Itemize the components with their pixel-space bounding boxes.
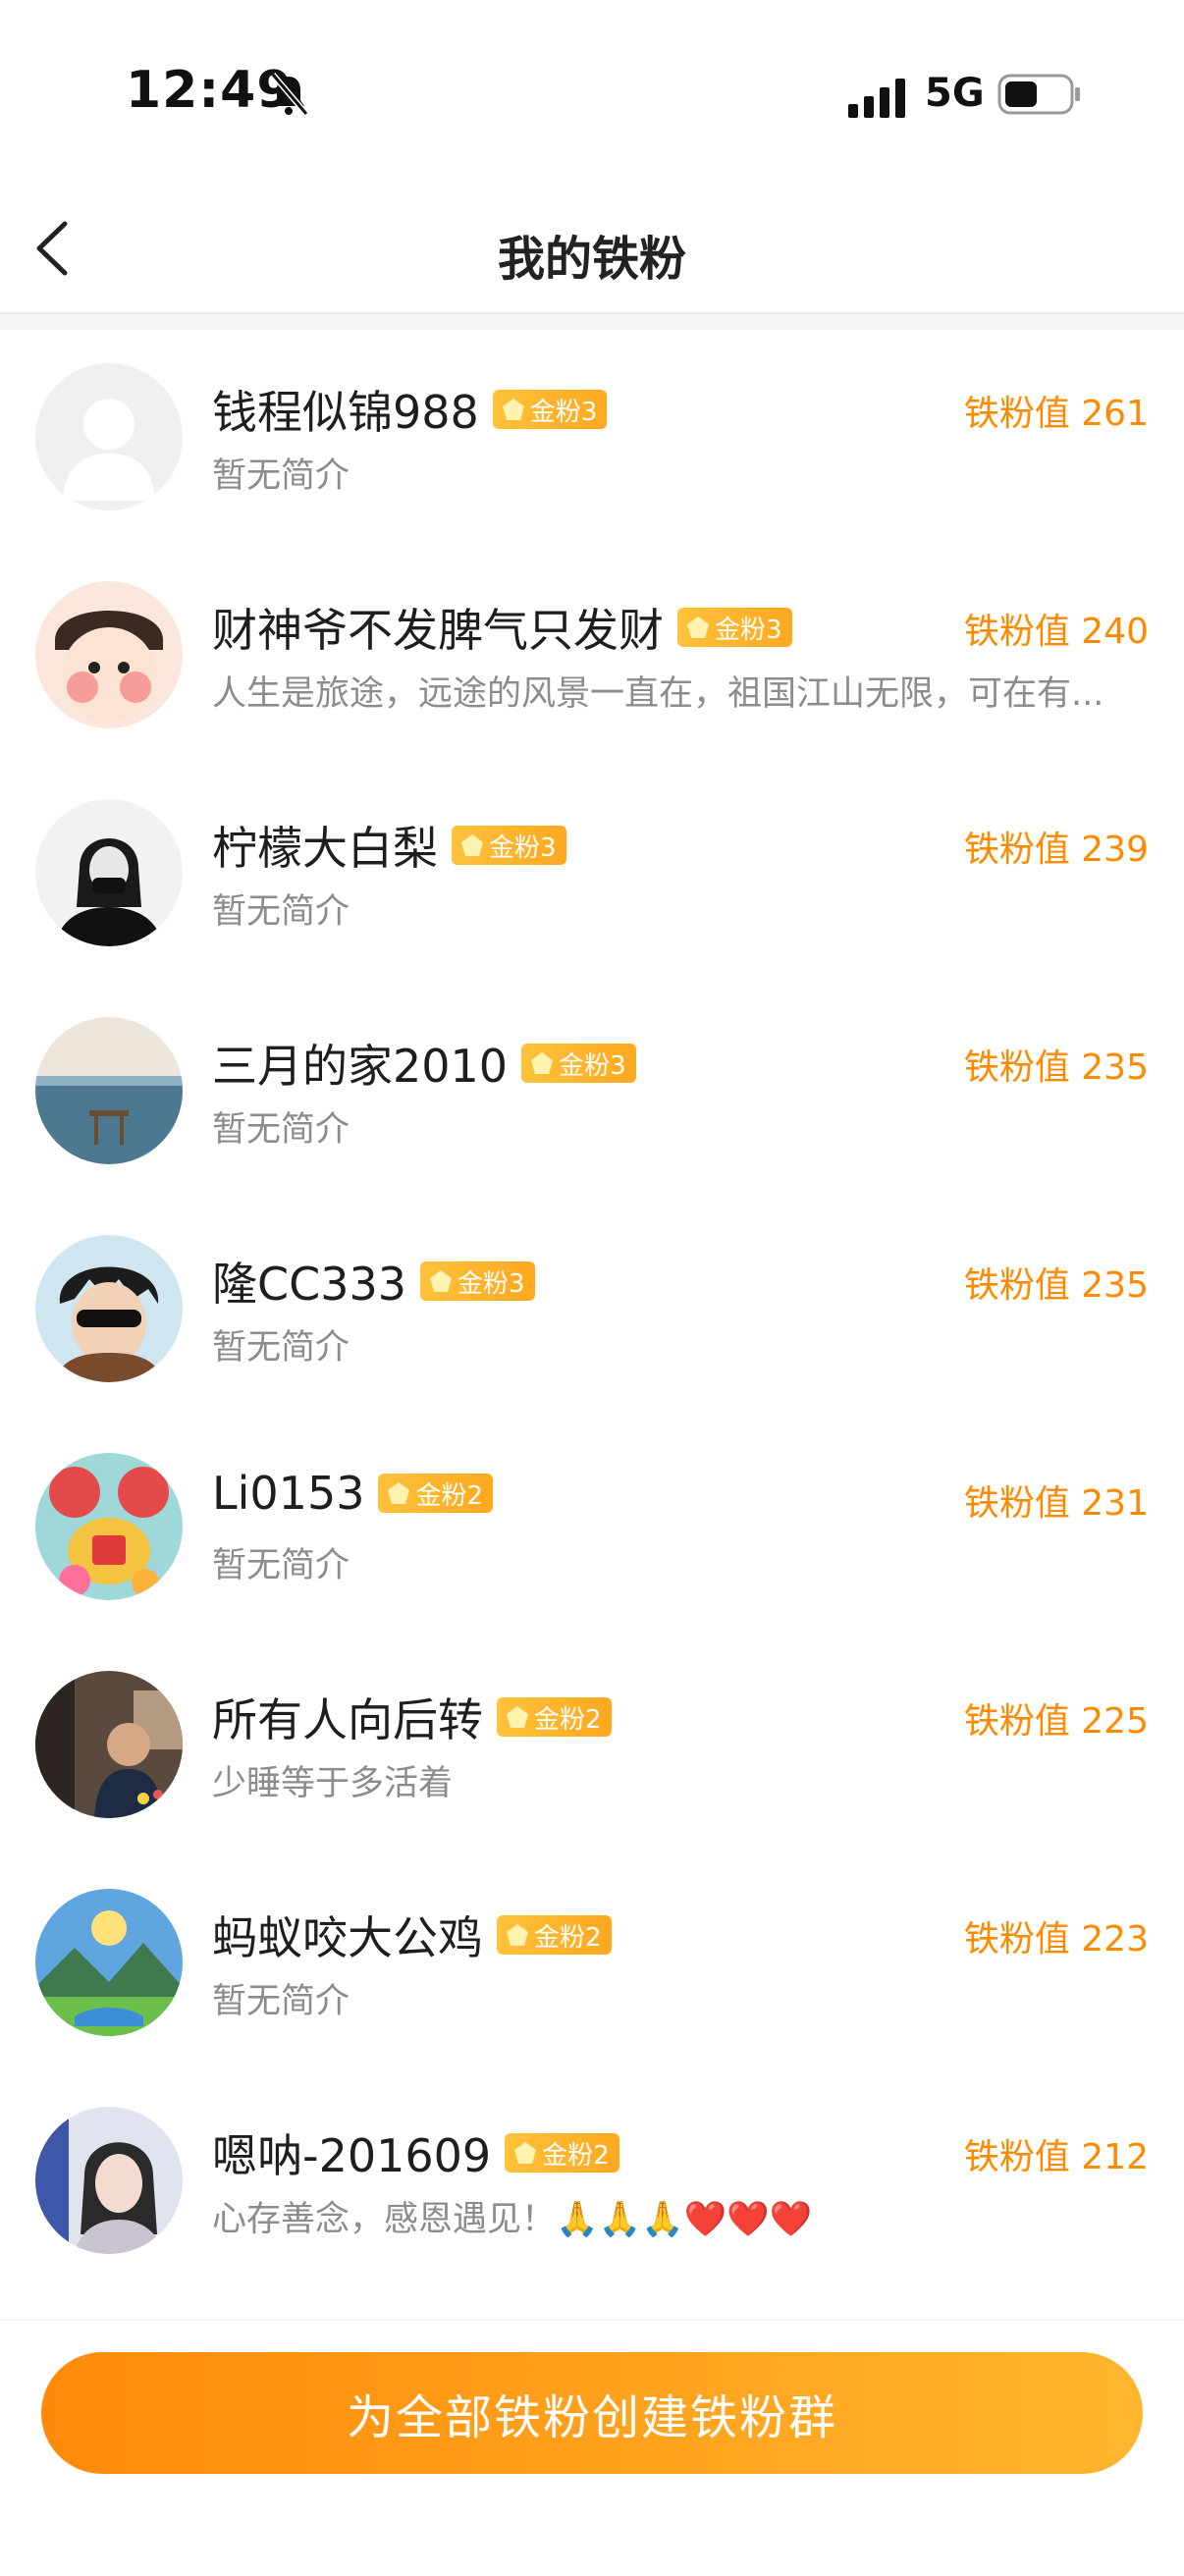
list-item[interactable]: 隆CC333 金粉3 暂无简介 铁粉值 235 <box>0 1202 1184 1420</box>
signal-icon <box>848 79 905 118</box>
fan-name-row: 隆CC333 金粉3 <box>212 1249 535 1314</box>
fan-name: 所有人向后转 <box>212 1693 483 1746</box>
fan-name-row: 财神爷不发脾气只发财 金粉3 <box>212 595 792 660</box>
gem-icon <box>687 617 709 638</box>
fan-name: Li0153 <box>212 1467 365 1520</box>
fan-level-badge: 金粉3 <box>452 826 566 865</box>
fan-name: 三月的家2010 <box>212 1040 509 1093</box>
gem-icon <box>507 1706 528 1728</box>
anime-sunglasses-avatar <box>35 1235 183 1382</box>
fan-score: 铁粉值 261 <box>963 394 1149 434</box>
gem-icon <box>388 1482 410 1504</box>
fan-bio: 暂无简介 <box>212 1110 350 1150</box>
default-avatar <box>35 363 183 510</box>
woman-portrait-avatar <box>35 2107 183 2254</box>
divider <box>0 314 1184 330</box>
badge-label: 金粉2 <box>542 2140 610 2171</box>
create-fan-group-button[interactable]: 为全部铁粉创建铁粉群 <box>41 2352 1143 2474</box>
fan-score: 铁粉值 235 <box>963 1265 1149 1306</box>
list-item[interactable]: 嗯呐-201609 金粉2 心存善念，感恩遇见！🙏🙏🙏❤️❤️❤️ 铁粉值 21… <box>0 2073 1184 2291</box>
fan-level-badge: 金粉2 <box>497 1697 612 1737</box>
bw-portrait-avatar <box>35 799 183 946</box>
fan-score: 铁粉值 240 <box>963 612 1149 652</box>
fan-level-badge: 金粉2 <box>497 1915 612 1955</box>
fan-name-row: 嗯呐-201609 金粉2 <box>212 2120 619 2185</box>
sea-avatar <box>35 1017 183 1164</box>
fan-name-row: Li0153 金粉2 <box>212 1467 494 1520</box>
fan-score: 铁粉值 239 <box>963 830 1149 870</box>
battery-icon <box>997 74 1080 115</box>
list-item[interactable]: 所有人向后转 金粉2 少睡等于多活着 铁粉值 225 <box>0 1637 1184 1855</box>
page-title: 我的铁粉 <box>497 232 686 287</box>
fan-level-badge: 金粉2 <box>378 1474 494 1513</box>
fan-score: 铁粉值 231 <box>963 1483 1149 1524</box>
gem-icon <box>507 1924 528 1946</box>
fan-name-row: 钱程似锦988 金粉3 <box>212 377 608 442</box>
fan-level-badge: 金粉3 <box>521 1044 636 1083</box>
list-item[interactable]: 蚂蚁咬大公鸡 金粉2 暂无简介 铁粉值 223 <box>0 1855 1184 2073</box>
fan-score: 铁粉值 212 <box>963 2137 1149 2177</box>
fan-bio: 心存善念，感恩遇见！🙏🙏🙏❤️❤️❤️ <box>212 2200 813 2239</box>
list-item[interactable]: 钱程似锦988 金粉3 暂无简介 铁粉值 261 <box>0 330 1184 548</box>
fan-level-badge: 金粉3 <box>492 390 608 429</box>
fan-name-row: 所有人向后转 金粉2 <box>212 1685 612 1749</box>
badge-label: 金粉3 <box>457 1268 525 1299</box>
badge-label: 金粉3 <box>559 1050 626 1081</box>
list-item[interactable]: 财神爷不发脾气只发财 金粉3 人生是旅途，远途的风景一直在，祖国江山无限，可在有… <box>0 548 1184 766</box>
badge-label: 金粉3 <box>489 832 557 863</box>
badge-label: 金粉2 <box>534 1704 602 1735</box>
network-type: 5G <box>925 71 985 116</box>
fan-name: 柠檬大白梨 <box>212 822 438 875</box>
fan-name-row: 柠檬大白梨 金粉3 <box>212 813 566 878</box>
fan-score: 铁粉值 223 <box>963 1919 1149 1959</box>
gem-icon <box>430 1270 453 1292</box>
fan-score: 铁粉值 235 <box>963 1047 1149 1088</box>
bottom-action-bar: 为全部铁粉创建铁粉群 <box>0 2319 1184 2576</box>
fan-name-row: 蚂蚁咬大公鸡 金粉2 <box>212 1903 612 1967</box>
gem-icon <box>514 2142 537 2164</box>
gem-icon <box>531 1052 554 1074</box>
mute-bell-icon <box>270 73 309 116</box>
badge-label: 金粉2 <box>534 1922 602 1953</box>
fortune-horse-avatar <box>35 1453 183 1600</box>
fan-bio: 人生是旅途，远途的风景一直在，祖国江山无限，可在有... <box>212 674 1104 714</box>
fan-name-row: 三月的家2010 金粉3 <box>212 1031 636 1096</box>
fan-bio: 暂无简介 <box>212 456 350 496</box>
fan-name: 隆CC333 <box>212 1258 407 1311</box>
photo-man-avatar <box>35 1671 183 1818</box>
fan-name: 财神爷不发脾气只发财 <box>212 604 664 657</box>
fan-bio: 暂无简介 <box>212 1328 350 1368</box>
fan-level-badge: 金粉3 <box>420 1261 535 1301</box>
badge-label: 金粉3 <box>715 615 782 645</box>
fan-name: 钱程似锦988 <box>212 386 479 439</box>
status-bar: 12:49 5G <box>0 0 1184 187</box>
fan-score: 铁粉值 225 <box>963 1701 1149 1742</box>
fan-bio: 暂无简介 <box>212 1982 350 2021</box>
fan-level-badge: 金粉2 <box>505 2133 619 2173</box>
list-item[interactable]: 三月的家2010 金粉3 暂无简介 铁粉值 235 <box>0 984 1184 1202</box>
nav-bar: 我的铁粉 <box>0 187 1184 314</box>
cartoon-baby-avatar <box>35 581 183 728</box>
fan-list: 钱程似锦988 金粉3 暂无简介 铁粉值 261 财神爷不发脾气只发财 金粉3 … <box>0 330 1184 2291</box>
badge-label: 金粉3 <box>529 397 598 427</box>
badge-label: 金粉2 <box>415 1480 484 1511</box>
fan-name: 蚂蚁咬大公鸡 <box>212 1911 483 1964</box>
fan-bio: 少睡等于多活着 <box>212 1764 454 1803</box>
fan-bio: 暂无简介 <box>212 1546 350 1585</box>
landscape-avatar <box>35 1889 183 2036</box>
fan-name: 嗯呐-201609 <box>212 2129 492 2182</box>
fan-bio: 暂无简介 <box>212 892 350 932</box>
gem-icon <box>502 399 524 420</box>
fan-level-badge: 金粉3 <box>677 608 792 647</box>
list-item[interactable]: Li0153 金粉2 暂无简介 铁粉值 231 <box>0 1420 1184 1637</box>
gem-icon <box>461 834 483 856</box>
list-item[interactable]: 柠檬大白梨 金粉3 暂无简介 铁粉值 239 <box>0 766 1184 984</box>
